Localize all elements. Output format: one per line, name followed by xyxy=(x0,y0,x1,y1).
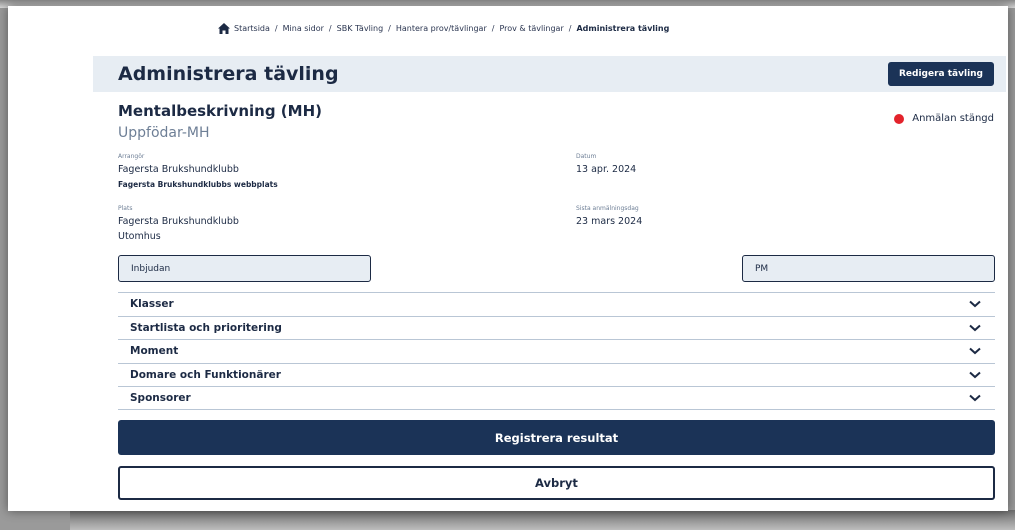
breadcrumb-separator: / xyxy=(388,23,391,33)
date-value: 13 apr. 2024 xyxy=(576,164,637,175)
accordion-item-label: Klasser xyxy=(130,298,174,311)
breadcrumb-link-sbk-tavling[interactable]: SBK Tävling xyxy=(337,24,384,33)
accordion-item-moment[interactable]: Moment xyxy=(118,339,995,363)
breadcrumb-current: Administrera tävling xyxy=(576,23,670,33)
event-subtitle: Uppfödar-MH xyxy=(118,125,210,141)
cancel-button[interactable]: Avbryt xyxy=(118,466,995,500)
date-label: Datum xyxy=(576,153,597,160)
event-title: Mentalbeskrivning (MH) xyxy=(118,102,322,120)
organizer-label: Arrangör xyxy=(118,153,145,160)
accordion-item-label: Domare och Funktionärer xyxy=(130,368,281,381)
registration-status: Anmälan stängd xyxy=(894,113,994,124)
place-value: Fagersta Brukshundklubb xyxy=(118,216,239,227)
accordion-item-domare[interactable]: Domare och Funktionärer xyxy=(118,362,995,387)
deadline-value: 23 mars 2024 xyxy=(576,216,643,227)
organizer-website-link[interactable]: Fagersta Brukshundklubbs webbplats xyxy=(118,180,278,189)
status-dot-icon xyxy=(894,113,905,124)
accordion-item-klasser[interactable]: Klasser xyxy=(118,292,995,316)
edit-competition-button[interactable]: Redigera tävling xyxy=(887,62,994,86)
chevron-down-icon xyxy=(969,394,981,402)
accordion-item-startlista[interactable]: Startlista och prioritering xyxy=(118,315,995,340)
breadcrumb: Startsida / Mina sidor / SBK Tävling / H… xyxy=(218,20,669,36)
pm-button[interactable]: PM xyxy=(742,255,995,282)
place-label: Plats xyxy=(118,205,133,212)
breadcrumb-separator: / xyxy=(274,23,278,33)
page-title: Administrera tävling xyxy=(118,63,339,85)
accordion-item-label: Sponsorer xyxy=(130,391,191,404)
breadcrumb-separator: / xyxy=(328,23,332,33)
breadcrumb-separator: / xyxy=(491,23,495,33)
chevron-down-icon xyxy=(969,301,981,308)
chevron-down-icon xyxy=(969,371,981,379)
chevron-down-icon xyxy=(969,324,981,332)
accordion-item-label: Moment xyxy=(130,345,179,358)
accordion-item-sponsorer[interactable]: Sponsorer xyxy=(118,386,995,410)
home-icon[interactable] xyxy=(218,22,230,34)
breadcrumb-link-startsida[interactable]: Startsida xyxy=(234,24,270,33)
page-sheet: Startsida / Mina sidor / SBK Tävling / H… xyxy=(8,6,1008,511)
breadcrumb-link-hantera-prov[interactable]: Hantera prov/tävlingar xyxy=(396,24,487,33)
panel-header: Administrera tävling Redigera tävling xyxy=(93,56,1006,92)
place-detail: Utomhus xyxy=(118,231,161,242)
register-results-button[interactable]: Registrera resultat xyxy=(118,420,995,455)
chevron-down-icon xyxy=(969,348,981,355)
details-accordion: Klasser Startlista och prioritering Mome… xyxy=(118,292,995,410)
organizer-value: Fagersta Brukshundklubb xyxy=(118,164,239,175)
background-sheet xyxy=(70,510,1015,530)
breadcrumb-link-mina-sidor[interactable]: Mina sidor xyxy=(283,24,324,33)
accordion-item-label: Startlista och prioritering xyxy=(130,321,282,334)
breadcrumb-link-prov-tavlingar[interactable]: Prov & tävlingar xyxy=(499,24,563,33)
deadline-label: Sista anmälningsdag xyxy=(576,205,639,212)
status-label: Anmälan stängd xyxy=(912,113,994,124)
competition-panel: Administrera tävling Redigera tävling Me… xyxy=(93,56,1006,511)
breadcrumb-separator: / xyxy=(568,23,572,33)
invitation-button[interactable]: Inbjudan xyxy=(118,255,371,282)
